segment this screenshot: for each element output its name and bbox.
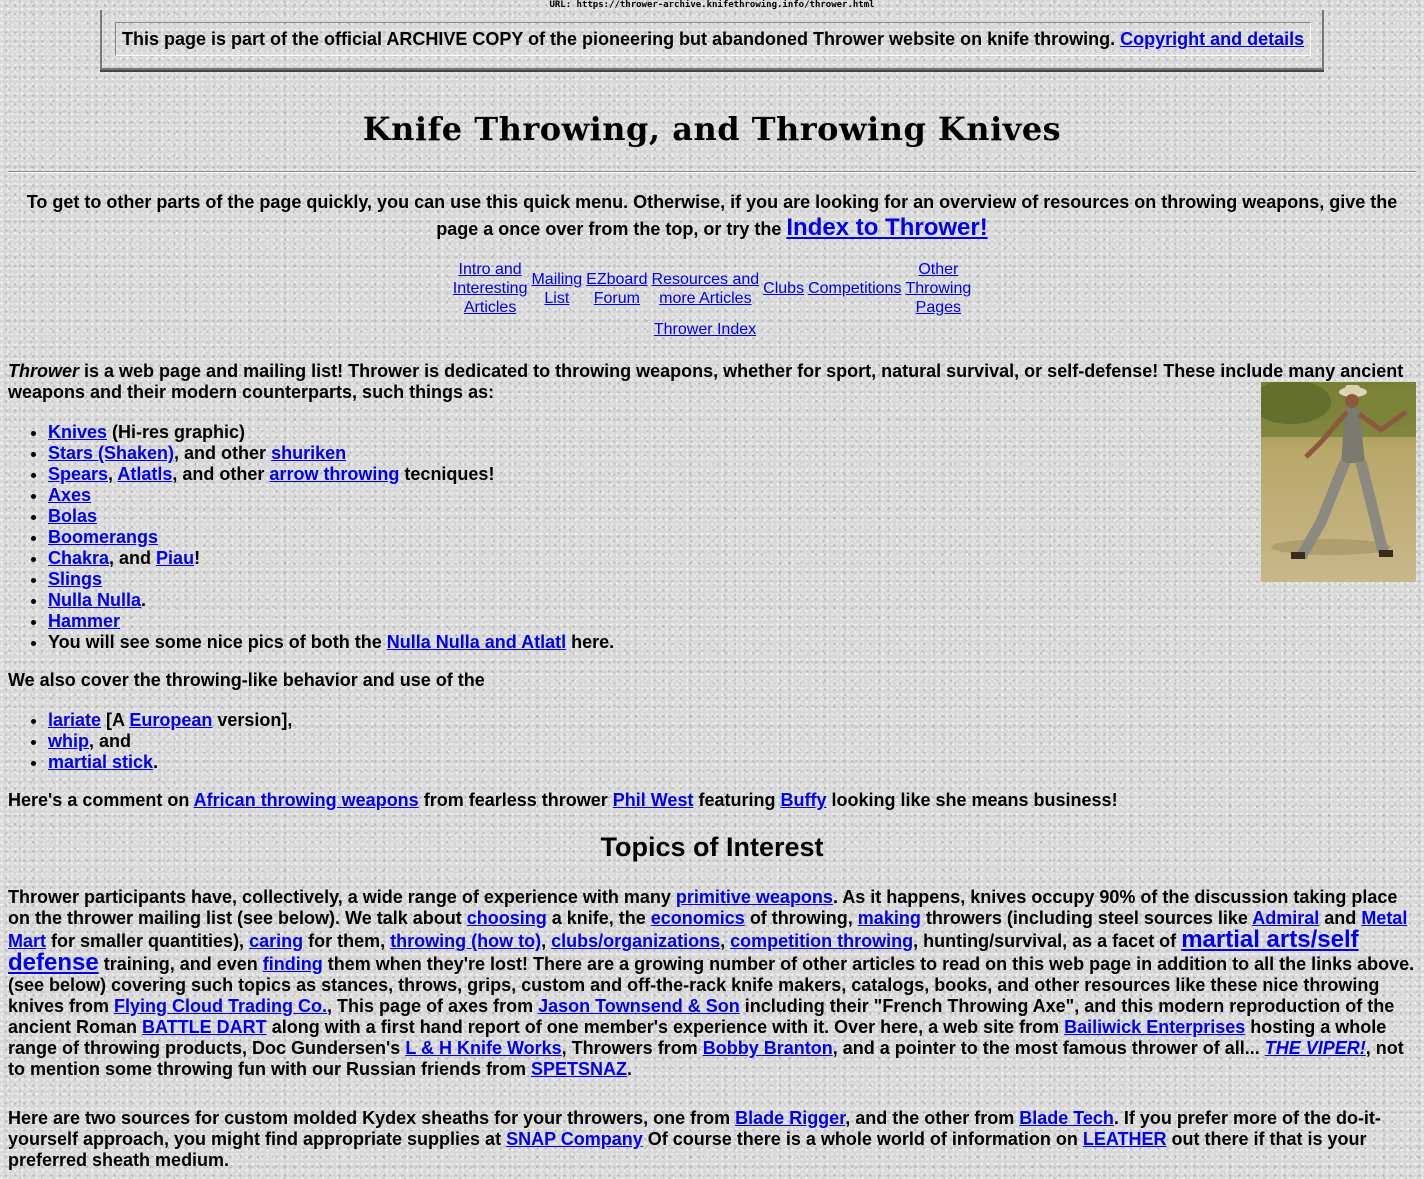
list-item: Bolas	[48, 506, 614, 527]
the-viper-link[interactable]: THE VIPER!	[1265, 1038, 1366, 1058]
admiral-link[interactable]: Admiral	[1252, 908, 1319, 928]
also-cover-paragraph: We also cover the throwing-like behavior…	[8, 670, 485, 690]
bailiwick-link[interactable]: Bailiwick Enterprises	[1064, 1017, 1245, 1037]
quick-menu-competitions-link[interactable]: Competitions	[808, 279, 901, 298]
list-item: Axes	[48, 485, 614, 506]
martial-stick-link[interactable]: martial stick	[48, 752, 153, 772]
quick-menu: Intro and Interesting Articles Mailing List…	[0, 260, 1424, 317]
battle-dart-link[interactable]: BATTLE DART	[142, 1017, 267, 1037]
quick-menu-ezboard-link[interactable]: EZboard Forum	[586, 270, 647, 308]
spetsnaz-link[interactable]: SPETSNAZ	[531, 1059, 627, 1079]
quick-menu-mailing-list-link[interactable]: Mailing List	[531, 270, 582, 308]
atlatls-link[interactable]: Atlatls	[117, 464, 172, 484]
quick-menu-thrower-index-link[interactable]: Thrower Index	[654, 321, 756, 338]
piau-link[interactable]: Piau	[156, 548, 194, 568]
economics-link[interactable]: economics	[651, 908, 745, 928]
list-item: You will see some nice pics of both the …	[48, 632, 614, 653]
spears-link[interactable]: Spears	[48, 464, 108, 484]
axes-link[interactable]: Axes	[48, 485, 91, 505]
list-item: Nulla Nulla.	[48, 590, 614, 611]
making-link[interactable]: making	[858, 908, 921, 928]
caring-link[interactable]: caring	[249, 931, 303, 951]
bobby-branton-link[interactable]: Bobby Branton	[703, 1038, 833, 1058]
leather-link[interactable]: LEATHER	[1083, 1129, 1167, 1149]
quick-menu-resources-link[interactable]: Resources and more Articles	[652, 270, 760, 308]
slings-link[interactable]: Slings	[48, 569, 102, 589]
nulla-atlatl-pics-link[interactable]: Nulla Nulla and Atlatl	[387, 632, 566, 652]
blade-rigger-link[interactable]: Blade Rigger	[735, 1108, 845, 1128]
list-item: Slings	[48, 569, 614, 590]
arrow-throwing-link[interactable]: arrow throwing	[269, 464, 399, 484]
choosing-link[interactable]: choosing	[467, 908, 547, 928]
archive-notice: This page is part of the official ARCHIV…	[115, 22, 1311, 56]
topics-heading: Topics of Interest	[600, 832, 824, 862]
sheaths-paragraph: Here are two sources for custom molded K…	[8, 1108, 1381, 1170]
intro-text: To get to other parts of the page quickl…	[26, 192, 1398, 239]
african-weapons-link[interactable]: African throwing weapons	[194, 790, 419, 810]
european-link[interactable]: European	[129, 710, 212, 730]
list-item: Boomerangs	[48, 527, 614, 548]
intro-paragraph: To get to other parts of the page quickl…	[8, 189, 1416, 242]
list-item: Knives (Hi-res graphic)	[48, 422, 614, 443]
hammer-link[interactable]: Hammer	[48, 611, 120, 631]
topics-paragraph: Thrower participants have, collectively,…	[8, 887, 1415, 1079]
thrower-photo	[1261, 382, 1416, 582]
lh-knife-works-link[interactable]: L & H Knife Works	[405, 1038, 561, 1058]
chakra-link[interactable]: Chakra	[48, 548, 109, 568]
archive-notice-text: This page is part of the official ARCHIV…	[122, 29, 1116, 49]
boomerangs-link[interactable]: Boomerangs	[48, 527, 158, 547]
bolas-link[interactable]: Bolas	[48, 506, 97, 526]
copyright-link[interactable]: Copyright and details	[1120, 29, 1304, 49]
list-item: lariate [A European version],	[48, 710, 292, 731]
stars-link[interactable]: Stars (Shaken)	[48, 443, 174, 463]
throwing-weapons-list: Knives (Hi-res graphic) Stars (Shaken), …	[8, 422, 614, 653]
finding-link[interactable]: finding	[263, 954, 323, 974]
list-item: Spears, Atlatls, and other arrow throwin…	[48, 464, 614, 485]
competition-throwing-link[interactable]: competition throwing	[730, 931, 913, 951]
index-to-thrower-link[interactable]: Index to Thrower!	[786, 214, 987, 241]
blade-tech-link[interactable]: Blade Tech	[1019, 1108, 1114, 1128]
knives-link[interactable]: Knives	[48, 422, 107, 442]
lariate-link[interactable]: lariate	[48, 710, 101, 730]
archive-notice-box: This page is part of the official ARCHIV…	[100, 10, 1324, 70]
thrower-emphasis: Thrower	[8, 361, 80, 381]
list-item: Stars (Shaken), and other shuriken	[48, 443, 614, 464]
clubs-organizations-link[interactable]: clubs/organizations	[551, 931, 720, 951]
divider	[8, 171, 1416, 173]
buffy-link[interactable]: Buffy	[780, 790, 826, 810]
quick-menu-clubs-link[interactable]: Clubs	[763, 279, 804, 298]
comment-paragraph: Here's a comment on African throwing wea…	[8, 790, 1118, 810]
quick-menu-other-pages-link[interactable]: Other Throwing Pages	[905, 260, 971, 317]
snap-company-link[interactable]: SNAP Company	[506, 1129, 643, 1149]
page-title: Knife Throwing, and Throwing Knives	[362, 110, 1062, 148]
jason-townsend-link[interactable]: Jason Townsend & Son	[538, 996, 740, 1016]
intro-thrower-paragraph: Thrower is a web page and mailing list! …	[8, 361, 1404, 402]
shuriken-link[interactable]: shuriken	[271, 443, 346, 463]
throwing-behavior-list: lariate [A European version], whip, and …	[8, 710, 292, 773]
list-item: martial stick.	[48, 752, 292, 773]
list-item: Hammer	[48, 611, 614, 632]
throwing-how-to-link[interactable]: throwing (how to)	[390, 931, 541, 951]
list-item: Chakra, and Piau!	[48, 548, 614, 569]
primitive-weapons-link[interactable]: primitive weapons	[676, 887, 833, 907]
flying-cloud-link[interactable]: Flying Cloud Trading Co.	[114, 996, 327, 1016]
list-item: whip, and	[48, 731, 292, 752]
whip-link[interactable]: whip	[48, 731, 89, 751]
quick-menu-intro-link[interactable]: Intro and Interesting Articles	[453, 260, 528, 317]
phil-west-link[interactable]: Phil West	[613, 790, 694, 810]
nulla-nulla-link[interactable]: Nulla Nulla	[48, 590, 141, 610]
